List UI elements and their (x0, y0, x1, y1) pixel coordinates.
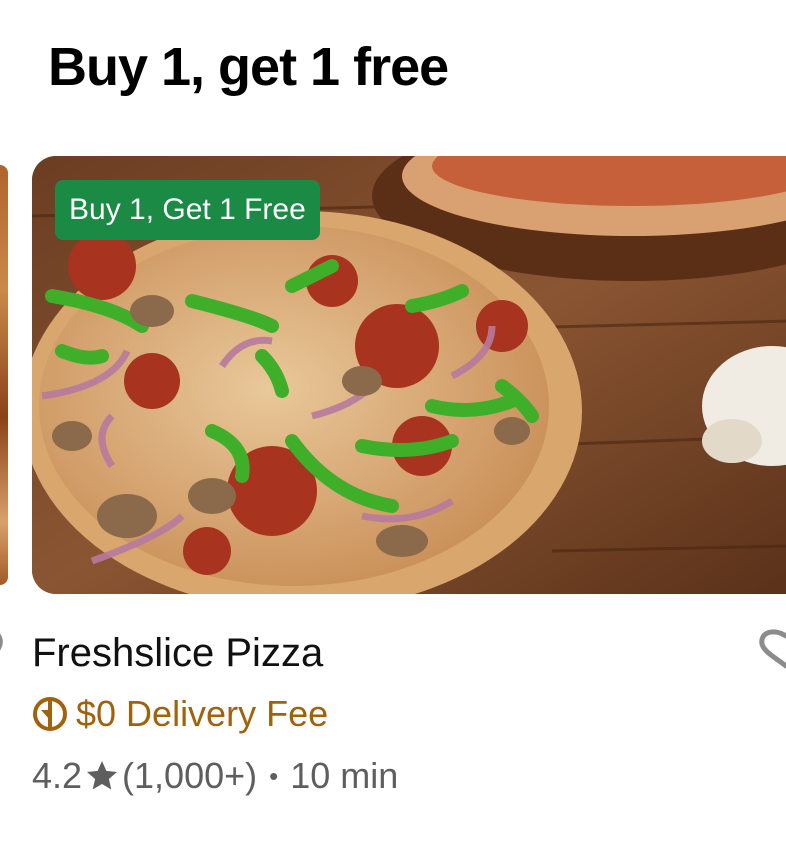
delivery-eta: 10 min (290, 755, 399, 796)
previous-card-heart-icon[interactable] (0, 628, 8, 656)
pizza-photo[interactable]: Buy 1, Get 1 Free (32, 156, 786, 594)
delivery-fee-row: $0 Delivery Fee (32, 692, 328, 736)
heart-outline-icon[interactable] (756, 628, 786, 672)
delivery-fee-text: $0 Delivery Fee (76, 693, 329, 734)
store-meta-row: 4.2 (1,000+) • 10 min (32, 752, 398, 800)
promo-badge: Buy 1, Get 1 Free (55, 180, 320, 240)
rating-value: 4.2 (32, 755, 83, 796)
previous-card-image[interactable] (0, 165, 8, 585)
review-count: (1,000+) (122, 755, 258, 796)
meta-separator: • (269, 760, 279, 791)
store-name[interactable]: Freshslice Pizza (32, 628, 323, 678)
star-icon (87, 761, 118, 790)
section-title: Buy 1, get 1 free (48, 37, 449, 97)
store-card[interactable]: Buy 1, Get 1 Free Freshslice Pizza $0 De… (32, 156, 786, 816)
delivery-badge-icon (33, 697, 67, 731)
